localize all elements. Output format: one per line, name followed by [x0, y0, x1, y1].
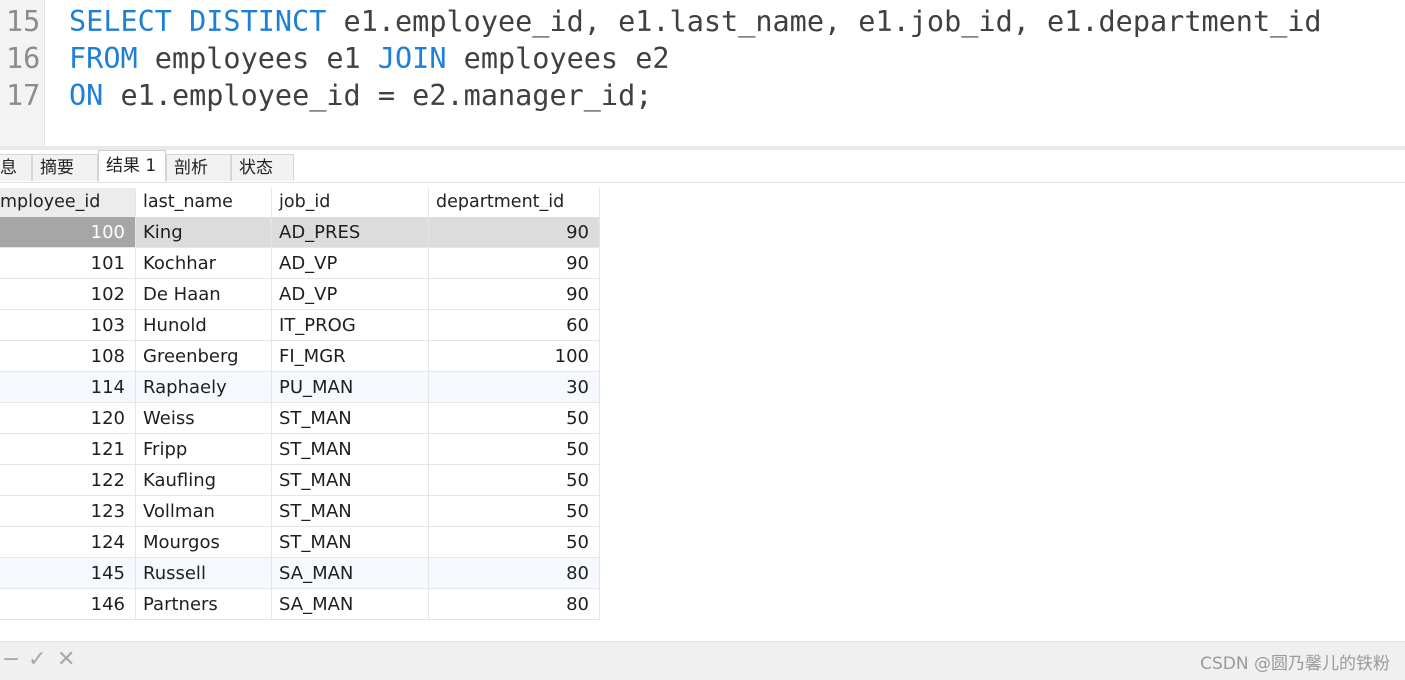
cell-employee-id[interactable]: 121	[0, 434, 136, 465]
tab-result-1[interactable]: 结果 1	[98, 150, 166, 182]
result-tabbar: 息 摘要 结果 1 剖析 状态	[0, 150, 1405, 183]
cell-last-name[interactable]: King	[136, 217, 272, 248]
table-row[interactable]: 114 Raphaely PU_MAN 30	[0, 372, 600, 403]
code-text: SELECT DISTINCT e1.employee_id, e1.last_…	[69, 3, 1322, 40]
cell-employee-id[interactable]: 102	[0, 279, 136, 310]
cell-department-id[interactable]: 80	[429, 589, 600, 620]
cell-last-name[interactable]: Hunold	[136, 310, 272, 341]
cell-employee-id[interactable]: 100	[0, 217, 136, 248]
cell-job-id[interactable]: AD_VP	[272, 248, 429, 279]
cell-job-id[interactable]: FI_MGR	[272, 341, 429, 372]
column-header-last-name[interactable]: last_name	[136, 188, 272, 217]
cell-job-id[interactable]: IT_PROG	[272, 310, 429, 341]
cell-last-name[interactable]: Kochhar	[136, 248, 272, 279]
cell-department-id[interactable]: 50	[429, 496, 600, 527]
tab-profile[interactable]: 剖析	[166, 154, 231, 181]
tab-info[interactable]: 息	[0, 154, 32, 181]
tab-summary[interactable]: 摘要	[32, 154, 98, 181]
line-number: 17	[6, 79, 41, 112]
cell-department-id[interactable]: 80	[429, 558, 600, 589]
cell-last-name[interactable]: Partners	[136, 589, 272, 620]
line-number: 16	[6, 42, 41, 75]
cell-last-name[interactable]: Mourgos	[136, 527, 272, 558]
cell-job-id[interactable]: SA_MAN	[272, 558, 429, 589]
sql-text: e1.employee_id = e2.manager_id;	[103, 79, 653, 112]
code-line[interactable]: 15 SELECT DISTINCT e1.employee_id, e1.la…	[0, 3, 1322, 40]
code-text: ON e1.employee_id = e2.manager_id;	[69, 77, 652, 114]
cell-last-name[interactable]: Raphaely	[136, 372, 272, 403]
code-text: FROM employees e1 JOIN employees e2	[69, 40, 670, 77]
sql-editor[interactable]: 15 SELECT DISTINCT e1.employee_id, e1.la…	[0, 0, 1405, 146]
cell-last-name[interactable]: Russell	[136, 558, 272, 589]
cell-department-id[interactable]: 90	[429, 279, 600, 310]
cell-last-name[interactable]: Weiss	[136, 403, 272, 434]
cell-department-id[interactable]: 90	[429, 248, 600, 279]
cell-employee-id[interactable]: 123	[0, 496, 136, 527]
watermark: CSDN @圆乃馨儿的铁粉	[1200, 654, 1390, 674]
cell-employee-id[interactable]: 114	[0, 372, 136, 403]
table-row[interactable]: 120 Weiss ST_MAN 50	[0, 403, 600, 434]
status-bar: − ✓ ✕ CSDN @圆乃馨儿的铁粉	[0, 641, 1405, 680]
cell-employee-id[interactable]: 146	[0, 589, 136, 620]
minus-icon[interactable]: −	[2, 648, 20, 672]
cell-employee-id[interactable]: 103	[0, 310, 136, 341]
cell-job-id[interactable]: ST_MAN	[272, 465, 429, 496]
table-row[interactable]: 103 Hunold IT_PROG 60	[0, 310, 600, 341]
cell-department-id[interactable]: 50	[429, 465, 600, 496]
close-icon[interactable]: ✕	[57, 648, 75, 672]
cell-employee-id[interactable]: 108	[0, 341, 136, 372]
sql-keyword: ON	[69, 79, 104, 112]
cell-job-id[interactable]: PU_MAN	[272, 372, 429, 403]
cell-last-name[interactable]: Greenberg	[136, 341, 272, 372]
sql-keyword: SELECT DISTINCT	[69, 5, 327, 38]
cell-job-id[interactable]: ST_MAN	[272, 496, 429, 527]
cell-job-id[interactable]: AD_PRES	[272, 217, 429, 248]
sql-text: employees e1	[137, 42, 378, 75]
sql-keyword: JOIN	[377, 42, 447, 75]
table-row[interactable]: 108 Greenberg FI_MGR 100	[0, 341, 600, 372]
column-header-job-id[interactable]: job_id	[272, 188, 429, 217]
cell-last-name[interactable]: Fripp	[136, 434, 272, 465]
cell-employee-id[interactable]: 124	[0, 527, 136, 558]
table-row[interactable]: 102 De Haan AD_VP 90	[0, 279, 600, 310]
cell-department-id[interactable]: 30	[429, 372, 600, 403]
cell-last-name[interactable]: De Haan	[136, 279, 272, 310]
cell-employee-id[interactable]: 120	[0, 403, 136, 434]
column-header-employee-id[interactable]: mployee_id	[0, 188, 136, 217]
table-row[interactable]: 122 Kaufling ST_MAN 50	[0, 465, 600, 496]
column-header-department-id[interactable]: department_id	[429, 188, 600, 217]
cell-job-id[interactable]: AD_VP	[272, 279, 429, 310]
table-row[interactable]: 145 Russell SA_MAN 80	[0, 558, 600, 589]
cell-department-id[interactable]: 50	[429, 403, 600, 434]
cell-job-id[interactable]: ST_MAN	[272, 403, 429, 434]
code-line[interactable]: 16 FROM employees e1 JOIN employees e2	[0, 40, 670, 77]
table-row[interactable]: 124 Mourgos ST_MAN 50	[0, 527, 600, 558]
line-number: 15	[6, 5, 41, 38]
cell-department-id[interactable]: 50	[429, 434, 600, 465]
cell-department-id[interactable]: 90	[429, 217, 600, 248]
code-line[interactable]: 17 ON e1.employee_id = e2.manager_id;	[0, 77, 652, 114]
check-icon[interactable]: ✓	[28, 648, 46, 672]
cell-job-id[interactable]: ST_MAN	[272, 527, 429, 558]
table-row[interactable]: 121 Fripp ST_MAN 50	[0, 434, 600, 465]
sql-keyword: FROM	[69, 42, 138, 75]
table-row[interactable]: 146 Partners SA_MAN 80	[0, 589, 600, 620]
cell-employee-id[interactable]: 122	[0, 465, 136, 496]
cell-job-id[interactable]: ST_MAN	[272, 434, 429, 465]
cell-job-id[interactable]: SA_MAN	[272, 589, 429, 620]
cell-department-id[interactable]: 50	[429, 527, 600, 558]
cell-department-id[interactable]: 60	[429, 310, 600, 341]
cell-employee-id[interactable]: 145	[0, 558, 136, 589]
sql-text: e1.employee_id, e1.last_name, e1.job_id,…	[326, 5, 1322, 38]
sql-text: employees e2	[446, 42, 670, 75]
cell-employee-id[interactable]: 101	[0, 248, 136, 279]
cell-last-name[interactable]: Kaufling	[136, 465, 272, 496]
table-row[interactable]: 100 King AD_PRES 90	[0, 217, 600, 248]
cell-last-name[interactable]: Vollman	[136, 496, 272, 527]
table-row[interactable]: 123 Vollman ST_MAN 50	[0, 496, 600, 527]
cell-department-id[interactable]: 100	[429, 341, 600, 372]
tab-status[interactable]: 状态	[231, 154, 294, 181]
table-row[interactable]: 101 Kochhar AD_VP 90	[0, 248, 600, 279]
